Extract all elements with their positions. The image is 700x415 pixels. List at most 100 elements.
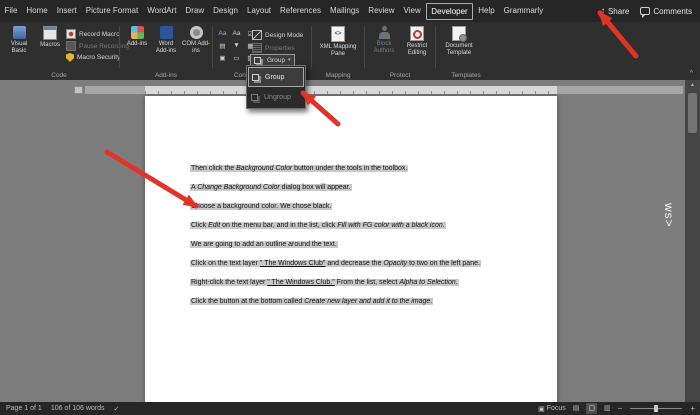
print-layout-button[interactable]: ▢ bbox=[586, 403, 597, 414]
status-bar: Page 1 of 1 106 of 106 words ✓ ▣ Focus ▤… bbox=[0, 402, 700, 415]
tab-grammarly[interactable]: Grammarly bbox=[499, 1, 548, 21]
text-segment: Edit bbox=[208, 222, 220, 229]
com-add-ins-label: COM Add-ins bbox=[182, 41, 210, 54]
zoom-out-button[interactable]: − bbox=[618, 403, 623, 414]
share-label: Share bbox=[608, 7, 629, 16]
tab-view[interactable]: View bbox=[399, 1, 425, 21]
block-authors-button[interactable]: Block Authors bbox=[369, 26, 399, 54]
text-segment: " The Windows Club" bbox=[260, 260, 326, 267]
ribbon-tabs: File Home Insert Picture Format WordArt … bbox=[0, 0, 548, 22]
zoom-slider-thumb[interactable] bbox=[654, 405, 658, 412]
ribbon: Visual Basic Macros Record Macro Pause R… bbox=[0, 22, 700, 80]
horizontal-ruler[interactable] bbox=[85, 86, 683, 94]
add-ins-label: Add-ins bbox=[127, 41, 147, 48]
word-add-ins-button[interactable]: Word Add-ins bbox=[152, 26, 180, 54]
document-line[interactable]: Click Edit on the menu bar, and in the l… bbox=[190, 221, 549, 230]
word-count[interactable]: 106 of 106 words bbox=[51, 405, 105, 412]
tab-design[interactable]: Design bbox=[209, 1, 243, 21]
document-area: Then click the Background Color button u… bbox=[0, 80, 700, 402]
group-label-protect: Protect bbox=[364, 72, 436, 79]
text-segment: dialog box will appear. bbox=[280, 184, 351, 191]
xml-mapping-pane-button[interactable]: <> XML Mapping Pane bbox=[318, 26, 358, 57]
ribbon-divider bbox=[435, 26, 436, 68]
tab-picture-format[interactable]: Picture Format bbox=[81, 1, 142, 21]
tab-help[interactable]: Help bbox=[474, 1, 499, 21]
group-label-mapping: Mapping bbox=[311, 72, 365, 79]
tab-mailings[interactable]: Mailings bbox=[325, 1, 363, 21]
document-line[interactable]: Right-click the text layer " The Windows… bbox=[190, 278, 549, 287]
document-template-icon bbox=[452, 26, 466, 41]
design-mode-button[interactable]: Design Mode bbox=[252, 30, 303, 40]
combo-box-control-button[interactable]: ▼ bbox=[230, 40, 243, 51]
macros-icon bbox=[43, 26, 57, 40]
design-mode-label: Design Mode bbox=[265, 32, 303, 39]
group-dropdown-menu: Group Ungroup bbox=[246, 65, 306, 109]
tab-draw[interactable]: Draw bbox=[181, 1, 209, 21]
page-indicator[interactable]: Page 1 of 1 bbox=[6, 405, 42, 412]
add-ins-button[interactable]: Add-ins bbox=[124, 26, 150, 48]
zoom-in-button[interactable]: + bbox=[690, 403, 695, 414]
com-add-ins-button[interactable]: COM Add-ins bbox=[182, 26, 210, 54]
group-label-code: Code bbox=[0, 72, 118, 79]
date-picker-control-button[interactable]: ▣ bbox=[216, 52, 229, 63]
vertical-scrollbar[interactable]: ▲ bbox=[685, 80, 700, 402]
comment-icon bbox=[640, 7, 650, 15]
collapse-ribbon-button[interactable]: ^ bbox=[690, 70, 693, 78]
proofing-icon[interactable]: ✓ bbox=[114, 405, 120, 413]
tab-references[interactable]: References bbox=[276, 1, 326, 21]
menu-item-ungroup[interactable]: Ungroup bbox=[248, 87, 304, 107]
document-line[interactable]: We are going to add an outline around th… bbox=[190, 240, 549, 249]
tab-wordart[interactable]: WordArt bbox=[143, 1, 181, 21]
share-icon: ↑ bbox=[601, 7, 605, 15]
ungroup-icon bbox=[251, 94, 258, 101]
text-segment: Click bbox=[191, 222, 208, 229]
document-line[interactable]: Then click the Background Color button u… bbox=[190, 164, 549, 173]
text-segment: From the list, select bbox=[335, 279, 400, 286]
watermark-text: ws> bbox=[662, 203, 676, 228]
picture-control-button[interactable]: ▤ bbox=[216, 40, 229, 51]
zoom-slider[interactable] bbox=[630, 408, 682, 409]
tab-layout[interactable]: Layout bbox=[243, 1, 276, 21]
record-macro-button[interactable]: Record Macro bbox=[66, 29, 120, 39]
restrict-editing-button[interactable]: Restrict Editing bbox=[401, 26, 433, 56]
document-template-button[interactable]: Document Template bbox=[440, 26, 478, 56]
document-line[interactable]: Choose a background color. We chose blac… bbox=[190, 202, 549, 211]
web-layout-button[interactable]: ▥ bbox=[602, 403, 613, 414]
macro-security-button[interactable]: Macro Security bbox=[66, 53, 120, 62]
word-app-window: File Home Insert Picture Format WordArt … bbox=[0, 0, 700, 415]
tab-selector[interactable] bbox=[74, 86, 83, 94]
text-segment: Change Background Color bbox=[197, 184, 280, 191]
tab-file[interactable]: File bbox=[0, 1, 22, 21]
page[interactable]: Then click the Background Color button u… bbox=[145, 96, 557, 402]
tab-review[interactable]: Review bbox=[364, 1, 399, 21]
focus-button[interactable]: ▣ Focus bbox=[538, 405, 566, 413]
document-line[interactable]: A Change Background Color dialog box wil… bbox=[190, 183, 549, 192]
text-segment: Choose a background color. We chose blac… bbox=[191, 203, 331, 210]
macro-security-label: Macro Security bbox=[77, 54, 120, 61]
text-segment: Click on the text layer bbox=[191, 260, 260, 267]
macros-button[interactable]: Macros bbox=[36, 26, 64, 49]
ribbon-divider bbox=[311, 26, 312, 68]
tab-developer[interactable]: Developer bbox=[426, 3, 472, 20]
menu-item-group[interactable]: Group bbox=[248, 67, 304, 87]
scrollbar-thumb[interactable] bbox=[688, 93, 697, 133]
plain-text-control-button[interactable]: Aa bbox=[230, 28, 243, 39]
comments-button[interactable]: Comments bbox=[640, 7, 692, 16]
document-line[interactable]: Click the button at the bottom called Cr… bbox=[190, 297, 549, 306]
xml-glyph: <> bbox=[334, 31, 341, 38]
scroll-up-icon[interactable]: ▲ bbox=[685, 80, 700, 91]
repeating-section-control-button[interactable]: ▭ bbox=[230, 52, 243, 63]
read-mode-button[interactable]: ▤ bbox=[571, 403, 582, 414]
visual-basic-button[interactable]: Visual Basic bbox=[4, 26, 34, 54]
properties-button[interactable]: Properties bbox=[252, 43, 295, 53]
focus-label: Focus bbox=[547, 405, 566, 412]
word-add-ins-label: Word Add-ins bbox=[152, 41, 180, 54]
rich-text-control-button[interactable]: Aa bbox=[216, 28, 229, 39]
text-segment: " The Windows Club." bbox=[267, 279, 334, 286]
share-button[interactable]: ↑ Share bbox=[601, 7, 629, 16]
document-line[interactable]: Click on the text layer " The Windows Cl… bbox=[190, 259, 549, 268]
text-segment: . bbox=[456, 279, 458, 286]
tab-insert[interactable]: Insert bbox=[52, 1, 81, 21]
tab-home[interactable]: Home bbox=[22, 1, 52, 21]
text-segment: Then click the bbox=[191, 165, 236, 172]
